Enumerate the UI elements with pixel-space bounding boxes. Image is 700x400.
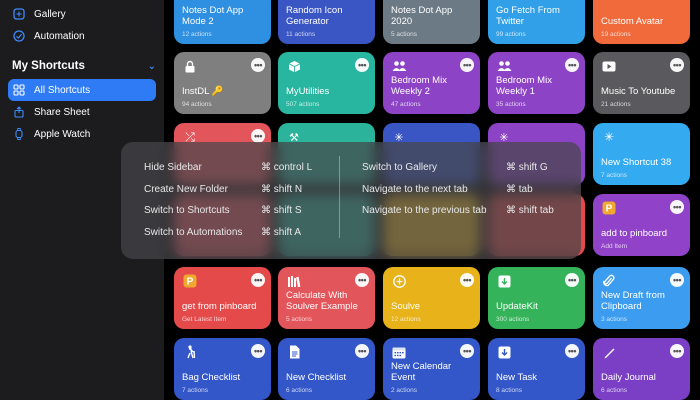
grid-icon bbox=[12, 83, 26, 97]
more-options-icon[interactable]: ••• bbox=[670, 273, 684, 287]
paperclip-icon bbox=[601, 273, 617, 289]
download-icon bbox=[496, 273, 512, 289]
shortcut-tile[interactable]: ••• Daily Journal 6 actions bbox=[593, 338, 690, 400]
more-options-icon[interactable]: ••• bbox=[670, 58, 684, 72]
shortcut-tile[interactable]: ••• Soulve 12 actions bbox=[383, 267, 480, 329]
kb-key: ⌘ shift tab bbox=[506, 205, 554, 216]
people-icon bbox=[391, 58, 407, 74]
keyboard-shortcuts-overlay bbox=[121, 142, 581, 259]
shortcut-tile[interactable]: ••• New Draft from Clipboard 3 actions bbox=[593, 267, 690, 329]
more-options-icon[interactable]: ••• bbox=[355, 344, 369, 358]
shortcut-tile[interactable]: P ••• get from pinboard Get Latest Item bbox=[174, 267, 271, 329]
kb-label: Hide Sidebar bbox=[144, 162, 202, 173]
kb-key: ⌘ control L bbox=[261, 162, 313, 173]
kb-key: ⌘ tab bbox=[506, 184, 533, 195]
more-options-icon[interactable]: ••• bbox=[251, 344, 265, 358]
sidebar-item-label: Apple Watch bbox=[34, 128, 91, 140]
sidebar-item-label: All Shortcuts bbox=[34, 84, 91, 96]
more-options-icon[interactable]: ••• bbox=[460, 273, 474, 287]
shortcut-tile[interactable]: ••• MyUtilities 507 actions bbox=[278, 52, 375, 114]
shortcut-tile[interactable]: ••• Music To Youtube 21 actions bbox=[593, 52, 690, 114]
more-options-icon[interactable]: ••• bbox=[355, 273, 369, 287]
shortcut-tile[interactable]: ••• Calculate With Soulver Example 5 act… bbox=[278, 267, 375, 329]
shortcut-tile[interactable]: ••• New Checklist 6 actions bbox=[278, 338, 375, 400]
kb-label: Navigate to the previous tab bbox=[362, 205, 487, 216]
books-icon bbox=[286, 273, 302, 289]
shortcut-tile[interactable]: ••• New Task 8 actions bbox=[488, 338, 585, 400]
sidebar-item-label: Share Sheet bbox=[34, 106, 90, 118]
pinboard-icon: P bbox=[182, 273, 198, 289]
sidebar-item-label: Gallery bbox=[34, 8, 66, 20]
kb-label: Navigate to the next tab bbox=[362, 184, 468, 195]
shortcut-tile[interactable]: Go Fetch From Twitter 99 actions bbox=[488, 0, 585, 44]
kb-label: Switch to Automations bbox=[144, 227, 243, 238]
shortcut-tile[interactable]: ••• Bedroom Mix Weekly 2 47 actions bbox=[383, 52, 480, 114]
hiker-icon bbox=[182, 344, 198, 360]
svg-text:P: P bbox=[187, 277, 194, 288]
overlay-divider bbox=[339, 156, 340, 238]
shortcut-tile[interactable]: P ••• add to pinboard Add Item bbox=[593, 194, 690, 256]
more-options-icon[interactable]: ••• bbox=[460, 344, 474, 358]
shortcut-tile[interactable]: ••• UpdateKit 300 actions bbox=[488, 267, 585, 329]
share-icon bbox=[12, 105, 26, 119]
shortcut-tile[interactable]: ✳ New Shortcut 38 7 actions bbox=[593, 123, 690, 185]
kb-label: Switch to Gallery bbox=[362, 162, 438, 173]
kb-key: ⌘ shift G bbox=[506, 162, 548, 173]
more-options-icon[interactable]: ••• bbox=[251, 58, 265, 72]
more-options-icon[interactable]: ••• bbox=[251, 129, 265, 143]
more-options-icon[interactable]: ••• bbox=[565, 273, 579, 287]
people-icon bbox=[496, 58, 512, 74]
automation-icon bbox=[12, 29, 26, 43]
chevron-down-icon: ⌄ bbox=[147, 60, 156, 72]
document-icon bbox=[286, 344, 302, 360]
svg-text:P: P bbox=[606, 204, 613, 215]
pinboard-icon: P bbox=[601, 200, 617, 216]
shortcut-tile[interactable]: ••• Bedroom Mix Weekly 1 35 actions bbox=[488, 52, 585, 114]
lock-icon bbox=[182, 58, 198, 74]
more-options-icon[interactable]: ••• bbox=[460, 58, 474, 72]
play-icon bbox=[601, 58, 617, 74]
more-options-icon[interactable]: ••• bbox=[565, 344, 579, 358]
more-options-icon[interactable]: ••• bbox=[565, 58, 579, 72]
sidebar-item-share-sheet[interactable]: Share Sheet bbox=[8, 101, 156, 123]
kb-key: ⌘ shift A bbox=[261, 227, 302, 238]
kb-label: Switch to Shortcuts bbox=[144, 205, 230, 216]
more-options-icon[interactable]: ••• bbox=[670, 200, 684, 214]
shortcut-tile[interactable]: Random Icon Generator 11 actions bbox=[278, 0, 375, 44]
shortcut-tile[interactable]: Notes Dot App 2020 5 actions bbox=[383, 0, 480, 44]
shortcut-tile[interactable]: ••• New Calendar Event 2 actions bbox=[383, 338, 480, 400]
shortcut-tile[interactable]: ••• Bag Checklist 7 actions bbox=[174, 338, 271, 400]
sidebar-item-all-shortcuts[interactable]: All Shortcuts bbox=[8, 79, 156, 101]
sidebar-item-gallery[interactable]: Gallery bbox=[8, 3, 156, 25]
my-shortcuts-section-header[interactable]: My Shortcuts ⌄ bbox=[12, 58, 156, 74]
shortcut-tile[interactable]: Custom Avatar 19 actions bbox=[593, 0, 690, 44]
download-icon bbox=[496, 344, 512, 360]
loading-icon: ✳ bbox=[603, 130, 615, 144]
pencil-icon bbox=[601, 344, 617, 360]
more-options-icon[interactable]: ••• bbox=[251, 273, 265, 287]
cube-icon bbox=[286, 58, 302, 74]
sidebar-item-automation[interactable]: Automation bbox=[8, 25, 156, 47]
kb-label: Create New Folder bbox=[144, 184, 228, 195]
kb-key: ⌘ shift N bbox=[261, 184, 303, 195]
gallery-icon bbox=[12, 7, 26, 21]
more-options-icon[interactable]: ••• bbox=[355, 58, 369, 72]
section-title: My Shortcuts bbox=[12, 60, 85, 72]
shortcut-tile[interactable]: Notes Dot App Mode 2 12 actions bbox=[174, 0, 271, 44]
watch-icon bbox=[12, 127, 26, 141]
calendar-icon bbox=[391, 344, 407, 360]
kb-key: ⌘ shift S bbox=[261, 205, 302, 216]
more-options-icon[interactable]: ••• bbox=[670, 344, 684, 358]
plus-circle-icon bbox=[391, 273, 407, 289]
sidebar-item-label: Automation bbox=[34, 30, 85, 42]
shortcut-tile[interactable]: ••• InstDL 🔑 94 actions bbox=[174, 52, 271, 114]
